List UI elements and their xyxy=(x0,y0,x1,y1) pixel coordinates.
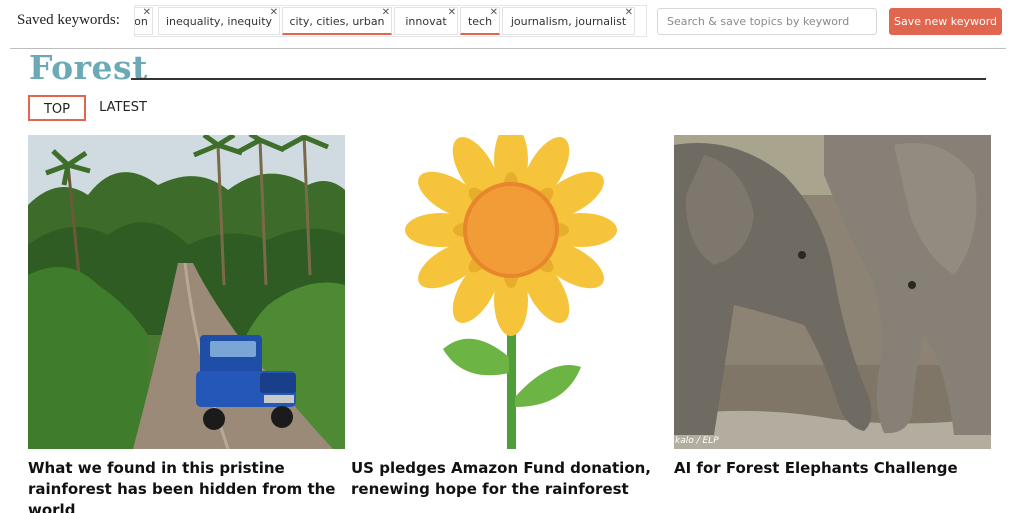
article-title[interactable]: AI for Forest Elephants Challenge xyxy=(674,458,994,479)
keyword-chip[interactable]: innovat ✕ xyxy=(394,7,458,35)
keyword-chip[interactable]: journalism, journalist ✕ xyxy=(502,7,635,35)
saved-keywords-list[interactable]: on ✕ inequality, inequity ✕ city, cities… xyxy=(134,5,647,37)
keyword-chip[interactable]: inequality, inequity ✕ xyxy=(158,7,280,35)
tab-top[interactable]: TOP xyxy=(28,95,86,121)
save-keyword-button[interactable]: Save new keyword xyxy=(889,8,1002,35)
elephants-illustration xyxy=(674,135,991,449)
keyword-chip[interactable]: on ✕ xyxy=(135,6,153,35)
rainforest-road-illustration xyxy=(28,135,345,449)
remove-keyword-icon[interactable]: ✕ xyxy=(625,6,633,27)
sunflower-icon xyxy=(351,135,668,449)
remove-keyword-icon[interactable]: ✕ xyxy=(448,6,456,27)
header-divider xyxy=(10,48,1006,49)
remove-keyword-icon[interactable]: ✕ xyxy=(270,6,278,27)
article-image-rainforest[interactable] xyxy=(28,135,345,449)
photo-credit: kalo / ELP xyxy=(675,436,719,446)
remove-keyword-icon[interactable]: ✕ xyxy=(490,6,498,27)
article-title[interactable]: US pledges Amazon Fund donation, renewin… xyxy=(351,458,671,500)
keyword-chip-label: tech xyxy=(467,15,493,28)
keyword-chip-label: city, cities, urban xyxy=(289,15,385,28)
keyword-chip[interactable]: city, cities, urban ✕ xyxy=(282,7,392,35)
article-image-elephants[interactable]: kalo / ELP xyxy=(674,135,991,449)
page-title: Forest xyxy=(29,48,148,87)
keyword-chip-label: inequality, inequity xyxy=(165,15,273,28)
article-title[interactable]: What we found in this pristine rainfores… xyxy=(28,458,348,513)
article-image-sunflower[interactable] xyxy=(351,135,668,449)
remove-keyword-icon[interactable]: ✕ xyxy=(382,6,390,27)
keyword-chip[interactable]: tech ✕ xyxy=(460,7,500,35)
keyword-chip-label: innovat xyxy=(405,15,447,28)
remove-keyword-icon[interactable]: ✕ xyxy=(143,6,151,27)
title-rule xyxy=(131,78,986,80)
tab-latest[interactable]: LATEST xyxy=(94,95,152,121)
keyword-search-input[interactable] xyxy=(657,8,877,35)
saved-keywords-label: Saved keywords: xyxy=(17,12,120,28)
keyword-chip-label: journalism, journalist xyxy=(510,15,627,28)
